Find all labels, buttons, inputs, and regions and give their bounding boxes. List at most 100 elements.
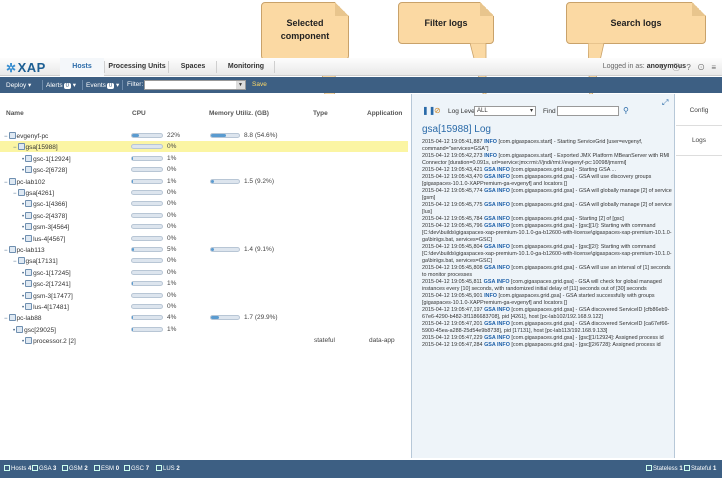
node-icon[interactable]: • xyxy=(22,271,24,277)
collapse-icon[interactable]: − xyxy=(4,248,8,254)
table-row[interactable]: • gsm-3[17477] 0% xyxy=(0,290,408,301)
application-value: data-app xyxy=(369,337,395,345)
search-icon[interactable]: ⚲ xyxy=(623,106,629,115)
table-row[interactable]: − pc-lab88 4% 1.7 (29.9%) xyxy=(0,312,408,323)
table-row[interactable]: • gsc-2[6728] 0% xyxy=(0,164,408,175)
collapse-icon[interactable]: − xyxy=(13,191,17,197)
table-row[interactable]: • gsc-2[17241] 1% xyxy=(0,278,408,289)
node-icon[interactable]: • xyxy=(22,339,24,345)
memory-bar-fill xyxy=(211,248,214,251)
log-toolbar: ❚❚ ⊘ Log Level ALL ▾ Find ⚲ ⤢ xyxy=(412,98,676,120)
footer-gsa-count[interactable]: GSA 3 xyxy=(32,465,56,472)
log-line: 2015-04-12 19:05:43,421 GSA INFO [com.gi… xyxy=(422,167,616,173)
save-button[interactable]: Save xyxy=(252,81,267,88)
row-name: • gsc-2[4378] xyxy=(22,211,68,220)
memory-value: 8.8 (54.6%) xyxy=(244,132,278,139)
find-input[interactable] xyxy=(557,106,619,116)
footer-gsm-count[interactable]: GSM 2 xyxy=(62,465,88,472)
row-name: • gsc-2[17241] xyxy=(22,280,71,289)
tab-monitoring[interactable]: Monitoring xyxy=(218,58,274,76)
table-row[interactable]: • gsc[29025] 1% xyxy=(0,324,408,335)
tab-spaces[interactable]: Spaces xyxy=(170,58,216,76)
node-icon[interactable]: • xyxy=(22,294,24,300)
top-right-icons[interactable]: C ⓘ ? ⊙ ≡ xyxy=(660,62,718,73)
table-row[interactable]: • lus-4[17481] 0% xyxy=(0,301,408,312)
log-line: 2015-04-12 19:05:47,284 GSA INFO [com.gi… xyxy=(422,342,661,348)
log-level-label: Log Level xyxy=(448,108,477,115)
node-icon[interactable]: • xyxy=(22,305,24,311)
footer-gsc-count[interactable]: GSC 7 xyxy=(124,465,149,472)
node-icon[interactable]: • xyxy=(22,214,24,220)
cpu-bar xyxy=(131,201,163,207)
table-row[interactable]: − gsa[17131] 0% xyxy=(0,255,408,266)
row-name: • processor.2 [2] xyxy=(22,337,76,346)
status-footer: Stateless 1 Stateful 1 Hosts 4 GSA 3 GSM 2… xyxy=(0,460,722,478)
gsc-icon xyxy=(124,465,130,471)
table-row-selected[interactable]: − gsa[15988] 0% xyxy=(0,141,408,153)
gsc-icon xyxy=(16,325,24,333)
table-row[interactable]: • gsc-1[4366] 0% xyxy=(0,198,408,209)
tab-processing-units[interactable]: Processing Units xyxy=(106,58,168,76)
table-row[interactable]: • gsc-2[4378] 0% xyxy=(0,210,408,221)
cpu-bar xyxy=(131,235,163,241)
collapse-icon[interactable]: − xyxy=(4,180,8,186)
chevron-down-icon: ▾ xyxy=(529,108,533,114)
cpu-value: 4% xyxy=(167,314,177,322)
footer-hosts-count[interactable]: Hosts 4 xyxy=(4,465,31,472)
collapse-icon[interactable]: − xyxy=(13,259,17,265)
table-row[interactable]: • processor.2 [2] stateful data-app xyxy=(0,335,408,346)
memory-bar xyxy=(210,133,240,138)
node-icon[interactable]: • xyxy=(22,157,24,163)
table-row[interactable]: − evgenyf-pc 22% 8.8 (54.6%) xyxy=(0,130,408,141)
node-icon[interactable]: • xyxy=(22,282,24,288)
cpu-bar xyxy=(131,133,163,138)
collapse-icon[interactable]: − xyxy=(4,134,8,140)
deploy-menu[interactable]: Deploy ▾ xyxy=(6,81,31,89)
node-icon[interactable]: • xyxy=(22,168,24,174)
cpu-bar-fill xyxy=(132,316,134,320)
table-row[interactable]: − pc-lab113 5% 1.4 (9.1%) xyxy=(0,244,408,255)
column-header-application[interactable]: Application xyxy=(367,110,402,117)
column-header-cpu[interactable]: CPU xyxy=(132,110,146,117)
memory-bar xyxy=(210,178,240,184)
table-row[interactable]: − pc-lab102 1% 1.5 (9.2%) xyxy=(0,176,408,187)
filter-select[interactable]: ▼ xyxy=(144,80,246,90)
node-icon[interactable]: • xyxy=(22,237,24,243)
host-icon xyxy=(8,132,16,139)
collapse-icon[interactable]: − xyxy=(4,316,8,322)
stateful-status[interactable]: Stateful 1 xyxy=(684,465,716,472)
table-row[interactable]: • gsc-1[12924] 1% xyxy=(0,153,408,164)
alerts-menu[interactable]: Alerts 0 ▾ xyxy=(46,81,76,89)
events-menu[interactable]: Events 0 ▾ xyxy=(86,81,119,89)
expand-icon[interactable]: ⤢ xyxy=(662,98,668,108)
node-icon[interactable]: • xyxy=(22,225,24,231)
row-name: • gsc-2[6728] xyxy=(22,166,68,175)
column-header-type[interactable]: Type xyxy=(313,110,328,117)
host-icon xyxy=(8,314,16,322)
cpu-bar xyxy=(131,167,163,173)
table-row[interactable]: • gsm-3[4564] 0% xyxy=(0,221,408,232)
esm-icon xyxy=(94,465,100,471)
stateless-status[interactable]: Stateless 1 xyxy=(646,465,683,472)
clear-icon[interactable]: ⊘ xyxy=(434,106,441,115)
gsa-icon xyxy=(17,257,25,265)
app-logo[interactable]: ✲XAP xyxy=(6,60,46,75)
gsm-icon xyxy=(25,291,33,299)
table-row[interactable]: • lus-4[4567] 0% xyxy=(0,233,408,244)
footer-esm-count[interactable]: ESM 0 xyxy=(94,465,119,472)
stateful-icon xyxy=(684,465,690,471)
column-header-memory[interactable]: Memory Utiliz. (GB) xyxy=(209,110,269,117)
column-header-name[interactable]: Name xyxy=(6,110,24,117)
log-level-select[interactable]: ALL ▾ xyxy=(474,106,536,116)
callout-search-logs: Search logs xyxy=(566,2,706,44)
footer-lus-count[interactable]: LUS 2 xyxy=(156,465,180,472)
tab-logs[interactable]: Logs xyxy=(676,126,722,156)
tab-hosts[interactable]: Hosts xyxy=(60,58,104,76)
table-row[interactable]: • gsc-1[17245] 0% xyxy=(0,267,408,278)
node-icon[interactable]: • xyxy=(13,328,15,334)
tab-config[interactable]: Config xyxy=(676,96,722,126)
table-row[interactable]: − gsa[4261] 0% xyxy=(0,187,408,198)
node-icon[interactable]: • xyxy=(22,202,24,208)
log-line: 2015-04-12 19:05:47,229 GSA INFO [com.gi… xyxy=(422,335,664,341)
collapse-icon[interactable]: − xyxy=(13,145,17,151)
